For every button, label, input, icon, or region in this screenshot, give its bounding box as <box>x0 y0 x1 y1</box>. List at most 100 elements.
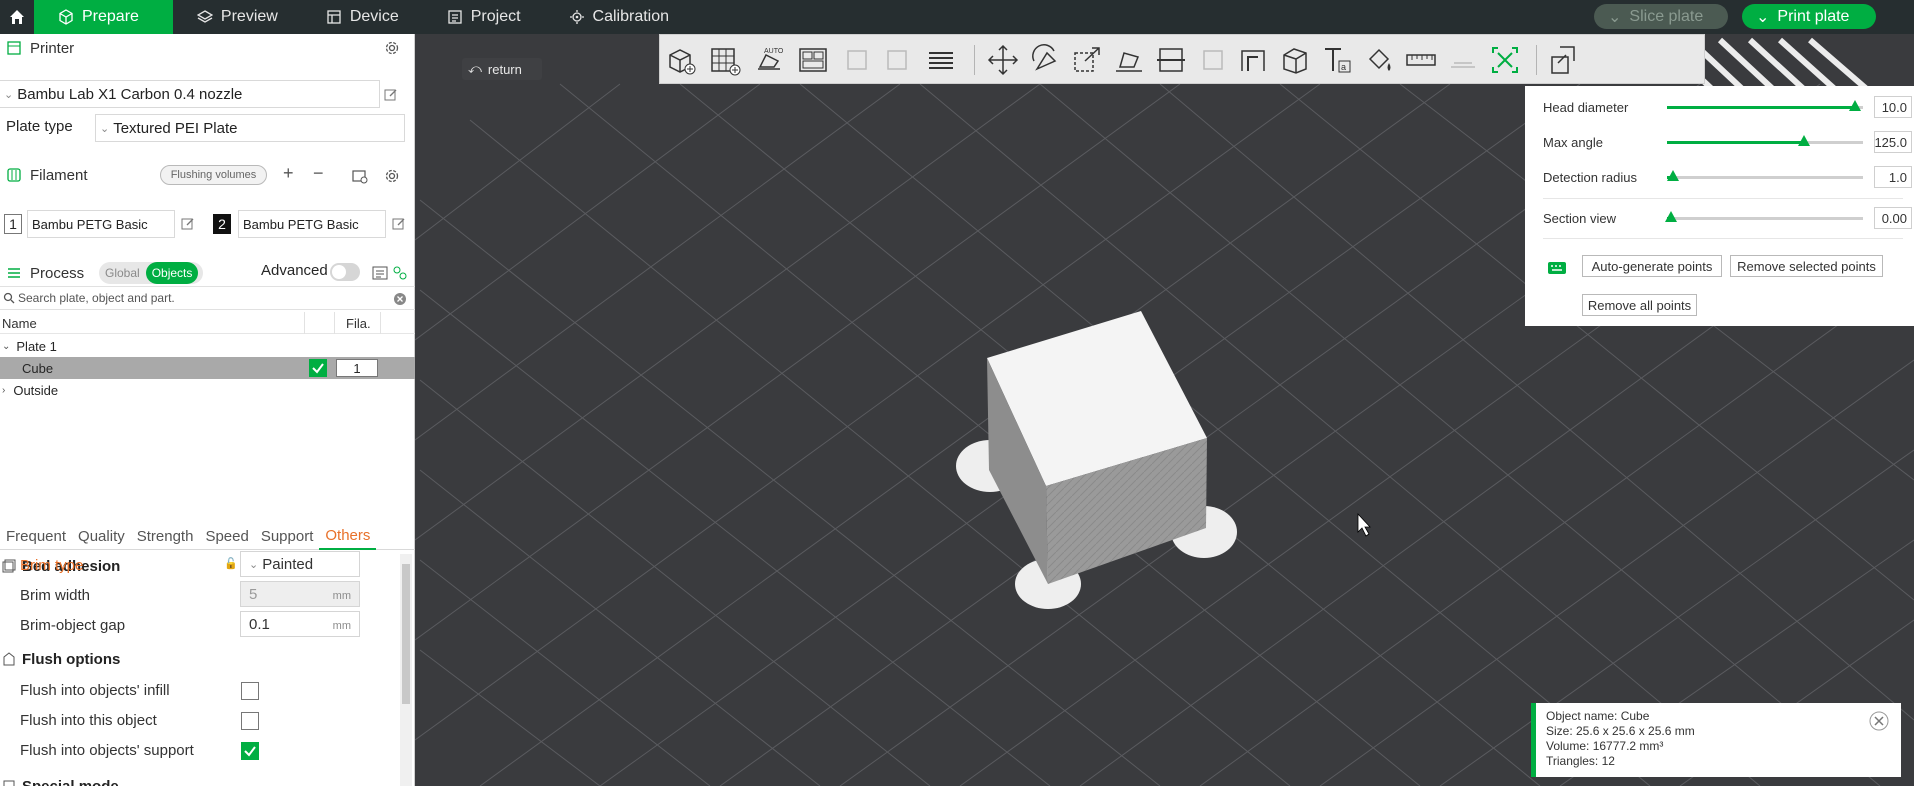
return-button[interactable]: ⤺ return <box>462 58 542 80</box>
sync-filament-icon[interactable] <box>352 168 368 184</box>
slider-knob[interactable] <box>1664 211 1677 222</box>
head-diameter-input[interactable]: 10.0 <box>1874 96 1912 118</box>
slice-plate-button[interactable]: ⌄ Slice plate <box>1594 4 1728 29</box>
settings-scrollbar[interactable] <box>400 554 412 786</box>
flush-options-group: Flush options <box>0 647 120 671</box>
slider-knob[interactable] <box>1666 170 1679 181</box>
remove-selected-points-button[interactable]: Remove selected points <box>1730 255 1883 277</box>
gear-icon[interactable] <box>384 168 400 184</box>
support-painting-button[interactable] <box>1236 43 1270 77</box>
mesh-boolean-button[interactable] <box>1196 43 1230 77</box>
max-angle-input[interactable]: 125.0 <box>1874 131 1912 153</box>
split-parts-icon <box>887 50 907 70</box>
tab-support[interactable]: Support <box>255 524 320 550</box>
global-option[interactable]: Global <box>99 266 146 280</box>
measure-button[interactable] <box>1404 43 1438 77</box>
add-filament-icon[interactable]: + <box>283 163 294 184</box>
expand-icon[interactable]: › <box>2 385 5 396</box>
section-view-input[interactable]: 0.00 <box>1874 207 1912 229</box>
advanced-label: Advanced <box>261 262 328 279</box>
remove-all-points-button[interactable]: Remove all points <box>1582 294 1697 316</box>
auto-orient-button[interactable]: AUTO <box>752 43 786 77</box>
object-triangles-text: Triangles: 12 <box>1546 754 1615 768</box>
close-icon[interactable] <box>1869 711 1889 731</box>
arrange-button[interactable] <box>796 43 830 77</box>
split-parts-button[interactable] <box>880 43 914 77</box>
filament-column-header[interactable]: Fila. <box>346 316 371 331</box>
list-view-icon[interactable] <box>372 265 388 281</box>
tab-frequent[interactable]: Frequent <box>0 524 72 550</box>
brim-gap-input[interactable]: 0.1 mm <box>240 611 360 637</box>
slider-knob[interactable] <box>1798 135 1811 146</box>
layers-editing-button[interactable] <box>924 43 958 77</box>
remove-filament-icon[interactable]: − <box>313 163 324 184</box>
tab-project[interactable]: Project <box>423 0 545 34</box>
slider-knob[interactable] <box>1849 100 1862 111</box>
detection-radius-slider[interactable] <box>1666 170 1863 181</box>
tab-calibration[interactable]: Calibration <box>545 0 693 34</box>
lock-icon[interactable]: 🔓 <box>224 557 238 570</box>
flushing-volumes-button[interactable]: Flushing volumes <box>160 165 267 185</box>
clear-search-icon[interactable] <box>393 292 407 306</box>
move-button[interactable] <box>986 43 1020 77</box>
cut-button[interactable] <box>1154 43 1188 77</box>
add-object-button[interactable] <box>664 43 698 77</box>
assembly-view-button[interactable] <box>1546 43 1580 77</box>
scrollbar-thumb[interactable] <box>402 564 410 704</box>
compare-icon[interactable] <box>392 265 408 281</box>
add-plate-button[interactable] <box>708 43 742 77</box>
tab-strength[interactable]: Strength <box>131 524 200 550</box>
flush-support-checkbox[interactable] <box>241 742 259 760</box>
filament-slot-2-select[interactable]: Bambu PETG Basic <box>238 210 386 238</box>
global-objects-switch[interactable]: Global Objects <box>99 262 203 284</box>
plate-tree-row[interactable]: ⌄ Plate 1 <box>0 335 415 357</box>
object-filament-select[interactable]: 1 <box>336 359 378 377</box>
home-button[interactable] <box>0 0 34 34</box>
keyboard-icon[interactable] <box>1547 261 1567 275</box>
assembly-button[interactable] <box>1446 43 1480 77</box>
name-column-header[interactable]: Name <box>2 316 37 331</box>
tab-others[interactable]: Others <box>319 524 377 550</box>
objects-option[interactable]: Objects <box>145 262 199 284</box>
flush-infill-checkbox[interactable] <box>241 682 259 700</box>
advanced-toggle[interactable] <box>330 263 360 281</box>
return-arrow-icon: ⤺ <box>468 61 482 76</box>
object-visible-checkbox[interactable] <box>309 359 327 377</box>
column-divider <box>380 312 381 334</box>
tab-speed[interactable]: Speed <box>199 524 254 550</box>
brim-type-select[interactable]: ⌄ Painted <box>240 551 360 577</box>
search-input[interactable]: Search plate, object and part. <box>0 286 415 310</box>
brim-width-input[interactable]: 5 mm <box>240 581 360 607</box>
filament-slot-1-select[interactable]: Bambu PETG Basic <box>27 210 175 238</box>
printer-select[interactable]: ⌄ Bambu Lab X1 Carbon 0.4 nozzle <box>0 80 380 108</box>
gear-icon[interactable] <box>384 40 400 56</box>
head-diameter-slider[interactable] <box>1667 100 1863 111</box>
edit-icon[interactable] <box>181 217 195 231</box>
tab-device[interactable]: Device <box>302 0 423 34</box>
rotate-button[interactable] <box>1028 43 1062 77</box>
auto-generate-points-button[interactable]: Auto-generate points <box>1582 255 1722 277</box>
text-tool-button[interactable]: a <box>1320 43 1354 77</box>
expand-icon[interactable]: ⌄ <box>2 341 10 352</box>
max-angle-slider[interactable] <box>1667 135 1863 146</box>
tab-prepare[interactable]: Prepare <box>34 0 173 34</box>
seam-painting-button[interactable] <box>1278 43 1312 77</box>
support-points-button[interactable] <box>1488 43 1522 77</box>
plate-type-select[interactable]: ⌄ Textured PEI Plate <box>95 114 405 142</box>
edit-icon[interactable] <box>384 88 398 102</box>
object-tree-row[interactable]: Cube 1 <box>0 357 415 379</box>
section-view-slider[interactable] <box>1664 211 1863 222</box>
flush-object-checkbox[interactable] <box>241 712 259 730</box>
detection-radius-input[interactable]: 1.0 <box>1874 166 1912 188</box>
tab-preview[interactable]: Preview <box>173 0 302 34</box>
plate-type-value: Textured PEI Plate <box>113 119 238 137</box>
checkmark-icon <box>244 746 256 757</box>
print-plate-button[interactable]: ⌄ Print plate <box>1742 4 1876 29</box>
scale-button[interactable] <box>1070 43 1104 77</box>
lay-on-face-button[interactable] <box>1112 43 1146 77</box>
edit-icon[interactable] <box>392 217 406 231</box>
color-painting-button[interactable] <box>1362 43 1396 77</box>
tab-quality[interactable]: Quality <box>72 524 131 550</box>
split-objects-button[interactable] <box>840 43 874 77</box>
outside-tree-row[interactable]: › Outside <box>0 379 415 401</box>
